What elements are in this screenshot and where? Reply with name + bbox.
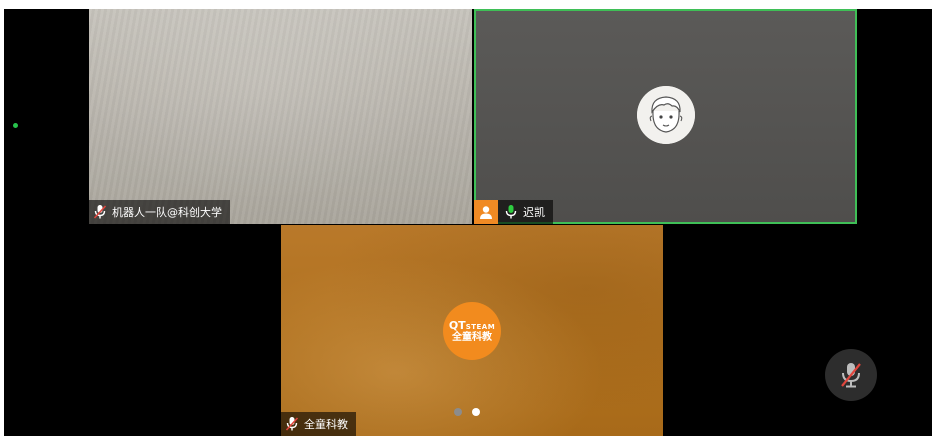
mic-active-icon xyxy=(504,204,518,220)
participant-name-tag: 机器人一队@科创大学 xyxy=(89,200,230,224)
participant-name: 机器人一队@科创大学 xyxy=(112,206,222,219)
participant-name-tag: 全童科教 xyxy=(281,412,356,436)
page-indicator xyxy=(454,408,480,416)
page-dot-2[interactable] xyxy=(472,408,480,416)
logo-top: QT xyxy=(448,318,466,332)
video-tile-1[interactable]: 机器人一队@科创大学 xyxy=(89,9,472,224)
indicator-dot xyxy=(13,123,18,128)
video-stage: 机器人一队@科创大学 迟凯 QTSTEAM 全童科教 全童科教 xyxy=(4,9,932,436)
video-tile-2[interactable]: 迟凯 xyxy=(474,9,857,224)
logo-top-small: STEAM xyxy=(465,322,496,331)
person-icon xyxy=(474,200,498,224)
mic-muted-icon xyxy=(285,416,299,432)
cartoon-face-avatar-icon xyxy=(637,86,695,144)
mic-off-icon xyxy=(841,363,861,388)
logo-bottom: 全童科教 xyxy=(452,331,492,343)
participant-name: 迟凯 xyxy=(523,206,545,219)
mute-toggle-button[interactable] xyxy=(825,349,877,401)
participant-name-tag: 迟凯 xyxy=(474,200,553,224)
qt-steam-logo: QTSTEAM 全童科教 xyxy=(443,302,501,360)
mic-muted-icon xyxy=(93,204,107,220)
video-tile-3[interactable]: QTSTEAM 全童科教 全童科教 xyxy=(281,225,663,436)
participant-name: 全童科教 xyxy=(304,418,348,431)
page-dot-1[interactable] xyxy=(454,408,462,416)
